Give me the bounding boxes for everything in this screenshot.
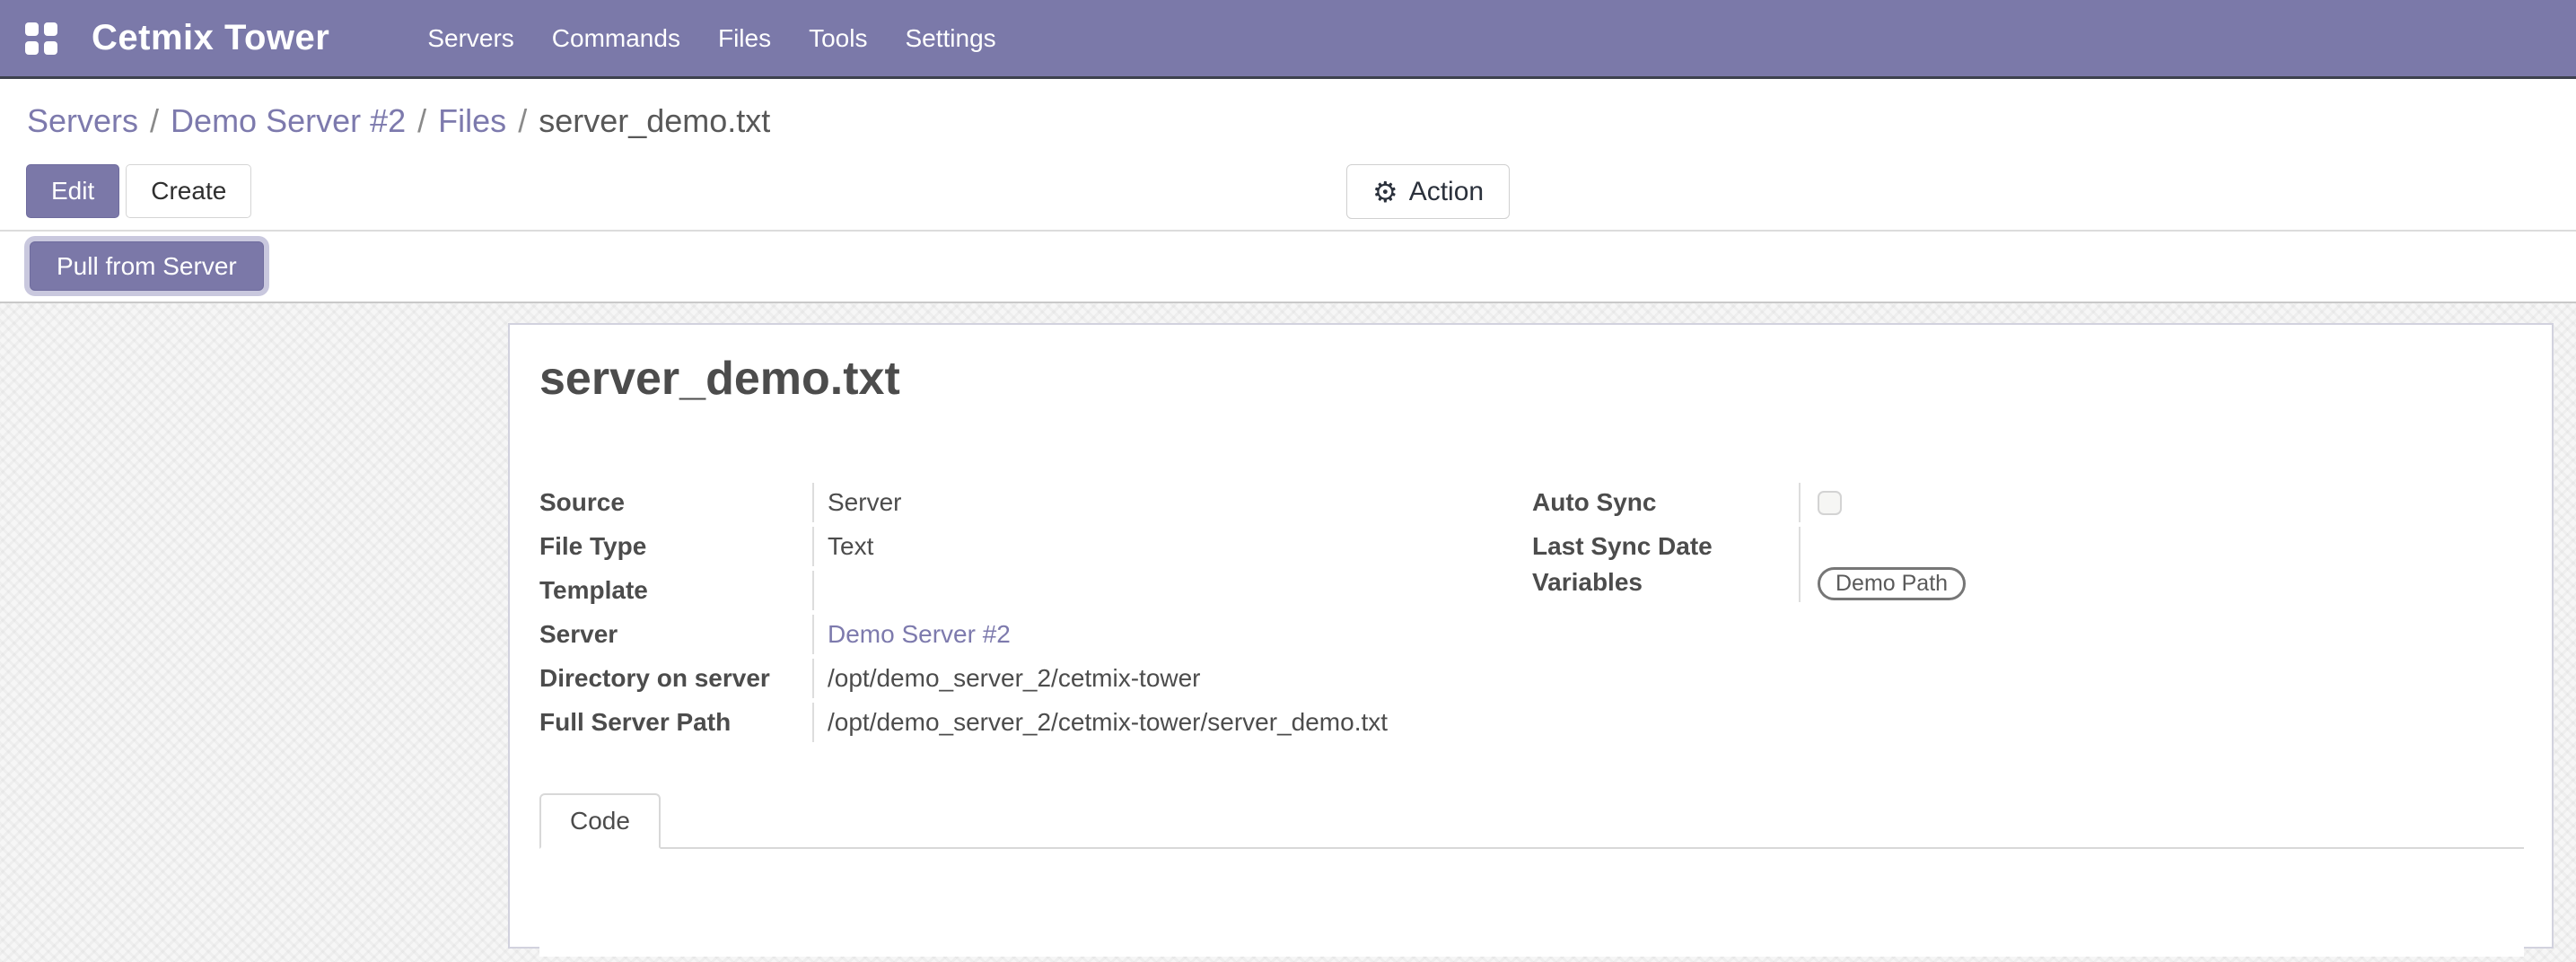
field-row-source: Source Server [539, 483, 1509, 527]
breadcrumb-servers[interactable]: Servers [27, 102, 138, 139]
statusbar: Pull from Server [0, 232, 2576, 303]
breadcrumb: Servers/Demo Server #2/Files/server_demo… [27, 102, 770, 140]
field-row-server: Server Demo Server #2 [539, 615, 1509, 659]
field-label-file-type: File Type [539, 527, 814, 566]
gear-icon: ⚙ [1372, 178, 1398, 206]
form-buttons: Edit Create [26, 164, 251, 218]
menu-settings[interactable]: Settings [886, 0, 1014, 76]
menu-files[interactable]: Files [699, 0, 790, 76]
field-group-right: Auto Sync Last Sync Date Variables Demo … [1532, 483, 2484, 607]
action-button[interactable]: ⚙ Action [1346, 164, 1510, 219]
notebook-tabs: Code [539, 793, 2524, 849]
create-button[interactable]: Create [126, 164, 251, 218]
field-row-directory: Directory on server /opt/demo_server_2/c… [539, 659, 1509, 703]
field-row-last-sync-date: Last Sync Date [1532, 527, 2484, 563]
field-row-variables: Variables Demo Path [1532, 563, 2484, 607]
apps-grid-icon[interactable] [25, 22, 57, 55]
field-label-directory: Directory on server [539, 659, 814, 698]
tab-code-content [539, 849, 2524, 957]
variable-tag-demo-path: Demo Path [1818, 567, 1966, 600]
action-button-label: Action [1409, 177, 1484, 207]
field-value-directory: /opt/demo_server_2/cetmix-tower [814, 659, 1201, 698]
field-value-full-path: /opt/demo_server_2/cetmix-tower/server_d… [814, 703, 1388, 742]
top-navbar: Cetmix Tower Servers Commands Files Tool… [0, 0, 2576, 79]
field-row-full-path: Full Server Path /opt/demo_server_2/cetm… [539, 703, 1509, 747]
app-window: Cetmix Tower Servers Commands Files Tool… [0, 0, 2576, 962]
field-label-server: Server [539, 615, 814, 654]
breadcrumb-separator: / [506, 102, 539, 139]
field-group-left: Source Server File Type Text Template Se… [539, 483, 1509, 747]
menu-commands[interactable]: Commands [533, 0, 699, 76]
field-row-file-type: File Type Text [539, 527, 1509, 571]
field-value-source: Server [814, 483, 901, 522]
form-background: server_demo.txt Source Server File Type … [0, 303, 2576, 962]
breadcrumb-separator: / [138, 102, 171, 139]
breadcrumb-current: server_demo.txt [539, 102, 770, 139]
edit-button[interactable]: Edit [26, 164, 119, 218]
record-title: server_demo.txt [539, 352, 900, 406]
menu-tools[interactable]: Tools [790, 0, 886, 76]
tab-code[interactable]: Code [539, 793, 661, 849]
main-menu: Servers Commands Files Tools Settings [408, 0, 1014, 76]
pull-from-server-button[interactable]: Pull from Server [30, 241, 264, 291]
notebook: Code [539, 793, 2524, 957]
field-label-template: Template [539, 571, 814, 610]
field-label-source: Source [539, 483, 814, 522]
field-label-full-path: Full Server Path [539, 703, 814, 742]
auto-sync-checkbox[interactable] [1818, 491, 1842, 515]
breadcrumb-files[interactable]: Files [438, 102, 506, 139]
form-sheet: server_demo.txt Source Server File Type … [508, 323, 2554, 949]
control-panel: Servers/Demo Server #2/Files/server_demo… [0, 79, 2576, 232]
breadcrumb-demo-server[interactable]: Demo Server #2 [171, 102, 406, 139]
field-label-variables: Variables [1532, 563, 1801, 602]
field-label-auto-sync: Auto Sync [1532, 483, 1801, 522]
field-value-file-type: Text [814, 527, 873, 566]
breadcrumb-separator: / [406, 102, 438, 139]
field-row-auto-sync: Auto Sync [1532, 483, 2484, 527]
field-row-template: Template [539, 571, 1509, 615]
app-brand[interactable]: Cetmix Tower [92, 18, 329, 58]
server-link[interactable]: Demo Server #2 [828, 620, 1011, 648]
field-value-last-sync-date [1801, 527, 1818, 538]
menu-servers[interactable]: Servers [408, 0, 532, 76]
field-value-template [814, 571, 828, 582]
field-label-last-sync-date: Last Sync Date [1532, 527, 1801, 566]
